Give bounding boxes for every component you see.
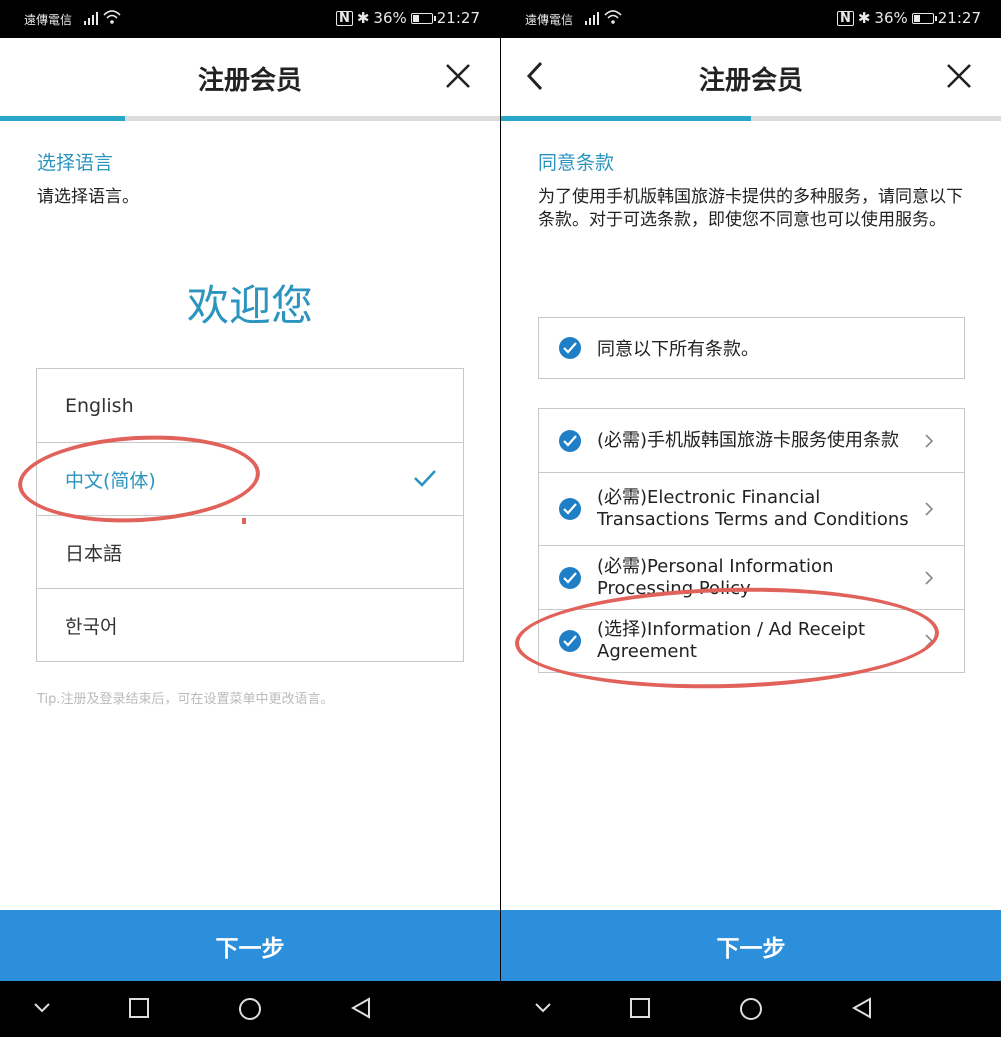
wifi-icon [103,10,121,24]
page-title: 注册会员 [698,66,803,96]
chevron-down-icon[interactable] [533,997,553,1017]
terms-list: (必需)手机版韩国旅游卡服务使用条款 (必需)Electronic Financ… [538,408,965,673]
home-circle-icon[interactable] [238,997,262,1021]
nfc-icon: N [836,10,854,26]
annotation-dot [242,518,246,524]
language-option-korean[interactable]: 한국어 [37,588,463,661]
term-label: (必需)Personal Information Processing Poli… [597,555,834,599]
bluetooth-icon: ✱ [356,9,370,27]
checkmark-icon [414,470,436,487]
battery-icon [911,12,937,24]
agree-all-label: 同意以下所有条款。 [597,339,759,360]
language-option-japanese[interactable]: 日本語 [37,515,463,588]
recents-square-icon[interactable] [629,997,651,1019]
check-circle-icon [559,498,581,520]
chevron-down-icon[interactable] [32,997,52,1017]
language-label: 日本語 [65,542,123,565]
section-title: 同意条款 [538,152,615,174]
battery-percent: 36% [874,9,908,27]
term-item-financial[interactable]: (必需)Electronic Financial Transactions Te… [539,472,964,545]
term-item-ad-receipt[interactable]: (选择)Information / Ad Receipt Agreement [539,609,964,672]
section-description: 请选择语言。 [37,187,139,207]
tip-text: Tip.注册及登录结束后，可在设置菜单中更改语言。 [37,692,334,707]
home-circle-icon[interactable] [739,997,763,1021]
recents-square-icon[interactable] [128,997,150,1019]
welcome-heading: 欢迎您 [186,281,313,330]
chevron-right-icon [925,634,934,648]
back-triangle-icon[interactable] [350,997,372,1019]
term-item-privacy[interactable]: (必需)Personal Information Processing Poli… [539,545,964,609]
carrier-name: 遠傳電信 [24,13,73,27]
status-right: N ✱ 36% 21:27 [335,9,480,27]
language-label: 中文(简体) [65,469,156,492]
term-item-service[interactable]: (必需)手机版韩国旅游卡服务使用条款 [539,409,964,472]
language-option-english[interactable]: English [37,369,463,442]
term-label: (选择)Information / Ad Receipt Agreement [597,619,866,662]
signal-icon [84,12,98,25]
clock: 21:27 [436,9,480,27]
check-circle-icon [559,429,581,452]
app-header: 注册会员 [0,38,500,116]
language-list: English 中文(简体) 日本語 한국어 [36,368,464,662]
status-bar: 遠傳電信 N ✱ 36% 21:27 [501,0,1001,38]
app-header: 注册会员 [501,38,1001,116]
language-option-chinese[interactable]: 中文(简体) [37,442,463,515]
progress-bar [0,116,500,121]
composite-screenshot: 遠傳電信 N ✱ 36% 21:27 注册会员 选择语言 请选择语言。 欢迎您 … [0,0,1001,1037]
progress-fill [0,116,125,121]
chevron-right-icon [925,570,934,585]
battery-percent: 36% [373,9,407,27]
carrier-name: 遠傳電信 [525,13,574,27]
status-right: N ✱ 36% 21:27 [836,9,981,27]
language-select-screen: 遠傳電信 N ✱ 36% 21:27 注册会员 选择语言 请选择语言。 欢迎您 … [0,0,500,1037]
close-icon[interactable] [444,62,472,90]
progress-bar [501,116,1001,121]
section-description: 为了使用手机版韩国旅游卡提供的多种服务，请同意以下条款。对于可选条款，即使您不同… [538,187,963,230]
back-triangle-icon[interactable] [851,997,873,1019]
nfc-icon: N [335,10,353,26]
language-label: 한국어 [65,615,118,638]
next-button[interactable]: 下一步 [501,910,1001,981]
check-circle-icon [559,337,581,359]
term-label: (必需)Electronic Financial Transactions Te… [597,487,909,530]
signal-icon [585,12,599,25]
language-label: English [65,394,134,417]
bluetooth-icon: ✱ [857,9,871,27]
android-nav-bar [0,981,500,1037]
chevron-right-icon [925,433,934,448]
term-label: (必需)手机版韩国旅游卡服务使用条款 [597,429,900,451]
battery-icon [410,12,436,24]
check-circle-icon [559,630,581,652]
terms-agreement-screen: 遠傳電信 N ✱ 36% 21:27 注册会员 同意条款 为了使用手机版韩国旅游… [501,0,1001,1037]
section-title: 选择语言 [37,152,114,174]
status-bar: 遠傳電信 N ✱ 36% 21:27 [0,0,500,38]
page-title: 注册会员 [197,66,302,96]
android-nav-bar [501,981,1001,1037]
progress-fill [501,116,751,121]
wifi-icon [604,10,622,24]
agree-all-checkbox[interactable]: 同意以下所有条款。 [538,317,965,379]
next-button[interactable]: 下一步 [0,910,500,981]
close-icon[interactable] [945,62,973,90]
clock: 21:27 [937,9,981,27]
chevron-right-icon [925,502,934,516]
check-circle-icon [559,566,581,589]
